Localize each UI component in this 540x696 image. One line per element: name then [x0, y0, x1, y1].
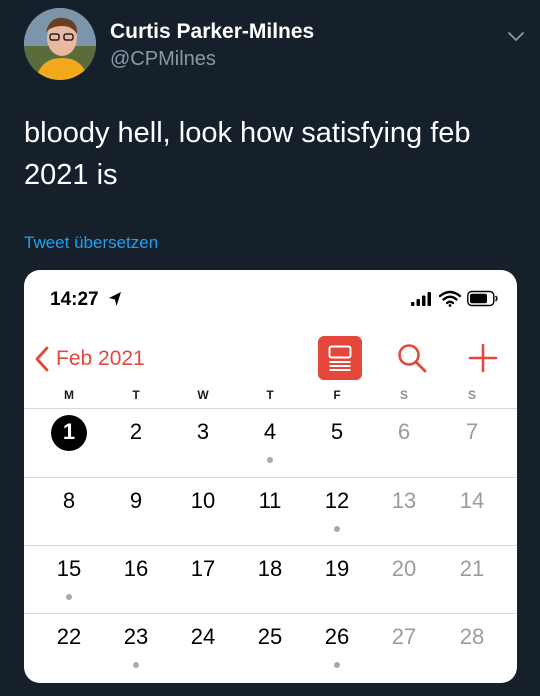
- calendar-day[interactable]: 5: [307, 409, 367, 475]
- day-number: 6: [397, 419, 411, 444]
- day-number: 9: [129, 488, 143, 513]
- month-label: Feb 2021: [56, 347, 145, 370]
- status-time: 14:27: [50, 289, 99, 310]
- avatar[interactable]: [24, 8, 96, 80]
- calendar-day[interactable]: 24: [173, 614, 233, 680]
- day-number: 1: [62, 419, 76, 444]
- calendar-nav-bar: Feb 2021: [24, 336, 517, 384]
- calendar-day[interactable]: 17: [173, 546, 233, 612]
- list-view-icon: [328, 345, 352, 371]
- day-number: 12: [324, 488, 350, 513]
- calendar-day[interactable]: 20: [374, 546, 434, 612]
- calendar-day[interactable]: 16: [106, 546, 166, 612]
- calendar-day[interactable]: 21: [442, 546, 502, 612]
- day-number: 13: [391, 488, 417, 513]
- event-dot: [334, 662, 340, 668]
- weekday-header-row: M T W T F S S: [24, 388, 517, 410]
- weekday-label: F: [333, 388, 341, 402]
- day-number: 19: [324, 556, 350, 581]
- cellular-signal-icon: [411, 292, 431, 306]
- calendar-day[interactable]: 28: [442, 614, 502, 680]
- weekday-label: S: [467, 388, 476, 402]
- calendar-day[interactable]: 10: [173, 478, 233, 544]
- day-number: 28: [459, 624, 485, 649]
- calendar-week-row: 8 9 10 11 12 13 14: [24, 477, 517, 545]
- day-number: 7: [465, 419, 479, 444]
- day-number: 4: [263, 419, 277, 444]
- day-number: 2: [129, 419, 143, 444]
- calendar-day[interactable]: 13: [374, 478, 434, 544]
- weekday-label: M: [64, 388, 74, 402]
- day-number: 10: [190, 488, 216, 513]
- calendar-day[interactable]: 27: [374, 614, 434, 680]
- weekday-label: S: [399, 388, 408, 402]
- weekday-label: T: [266, 388, 274, 402]
- calendar-day[interactable]: 11: [240, 478, 300, 544]
- weekday-label: W: [197, 388, 209, 402]
- day-number: 17: [190, 556, 216, 581]
- add-event-icon[interactable]: [467, 342, 499, 374]
- chevron-left-icon: [35, 346, 49, 372]
- translate-tweet-link[interactable]: Tweet übersetzen: [24, 233, 158, 253]
- calendar-week-row: 15 16 17 18 19 20 21: [24, 545, 517, 613]
- calendar-day[interactable]: 18: [240, 546, 300, 612]
- calendar-day[interactable]: 23: [106, 614, 166, 680]
- search-icon[interactable]: [396, 342, 428, 374]
- calendar-day[interactable]: 19: [307, 546, 367, 612]
- battery-icon: [467, 290, 498, 307]
- day-number: 23: [123, 624, 149, 649]
- calendar-week-row: 22 23 24 25 26 27 28: [24, 613, 517, 681]
- calendar-day[interactable]: 7: [442, 409, 502, 475]
- chevron-down-icon[interactable]: [504, 24, 528, 48]
- calendar-day-today[interactable]: 1: [39, 409, 99, 475]
- calendar-day[interactable]: 8: [39, 478, 99, 544]
- back-to-month-button[interactable]: Feb 2021: [34, 342, 145, 376]
- tweet-text: bloody hell, look how satisfying feb 202…: [24, 117, 471, 191]
- calendar-day[interactable]: 14: [442, 478, 502, 544]
- calendar-day[interactable]: 4: [240, 409, 300, 475]
- calendar-day[interactable]: 2: [106, 409, 166, 475]
- calendar-day[interactable]: 6: [374, 409, 434, 475]
- day-number: 15: [56, 556, 82, 581]
- status-bar: 14:27: [24, 270, 517, 330]
- calendar-day[interactable]: 9: [106, 478, 166, 544]
- day-number: 22: [56, 624, 82, 649]
- day-number: 18: [257, 556, 283, 581]
- author-handle[interactable]: @CPMilnes: [110, 48, 216, 71]
- list-view-button[interactable]: [318, 336, 362, 380]
- calendar-day[interactable]: 12: [307, 478, 367, 544]
- day-number: 5: [330, 419, 344, 444]
- tweet-image[interactable]: 14:27 Feb 2021 M T W T F S S 1 2 3 4 5 6…: [24, 270, 517, 683]
- day-number: 11: [258, 488, 282, 513]
- day-number: 25: [257, 624, 283, 649]
- calendar-day[interactable]: 22: [39, 614, 99, 680]
- author-name[interactable]: Curtis Parker-Milnes: [110, 20, 314, 44]
- event-dot: [133, 662, 139, 668]
- calendar-day[interactable]: 15: [39, 546, 99, 612]
- day-number: 8: [62, 488, 76, 513]
- day-number: 16: [123, 556, 149, 581]
- wifi-icon: [439, 290, 461, 307]
- day-number: 3: [196, 419, 210, 444]
- day-number: 21: [459, 556, 485, 581]
- event-dot: [267, 457, 273, 463]
- day-number: 20: [391, 556, 417, 581]
- tweet-header: Curtis Parker-Milnes @CPMilnes: [24, 8, 528, 84]
- calendar-day[interactable]: 26: [307, 614, 367, 680]
- calendar-day[interactable]: 25: [240, 614, 300, 680]
- weekday-label: T: [132, 388, 140, 402]
- day-number: 27: [391, 624, 417, 649]
- day-number: 14: [459, 488, 485, 513]
- calendar-week-row: 1 2 3 4 5 6 7: [24, 408, 517, 476]
- event-dot: [66, 594, 72, 600]
- day-number: 26: [324, 624, 350, 649]
- calendar-day[interactable]: 3: [173, 409, 233, 475]
- day-number: 24: [190, 624, 216, 649]
- location-arrow-icon: [109, 292, 121, 306]
- event-dot: [334, 526, 340, 532]
